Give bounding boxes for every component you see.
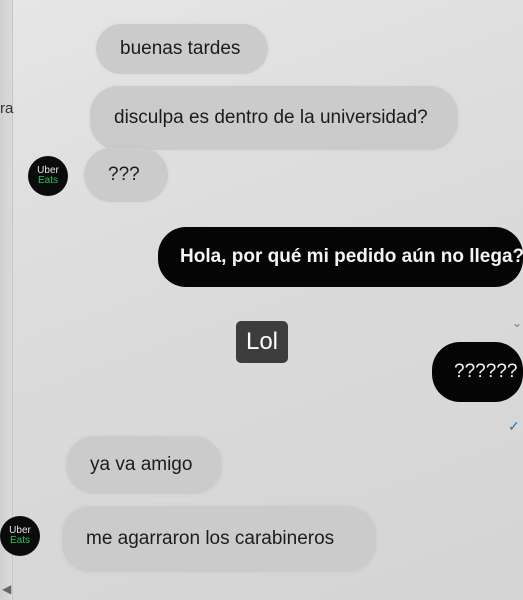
incoming-message-1: buenas tardes — [96, 24, 268, 74]
uber-eats-avatar[interactable]: Uber Eats — [28, 156, 68, 196]
message-text: ya va amigo — [90, 454, 193, 475]
left-panel-edge — [0, 0, 13, 600]
message-text: Hola, por qué mi pedido aún no llega? — [180, 246, 523, 267]
chevron-icon: ⌄ — [512, 316, 523, 330]
side-panel-text: ra — [0, 100, 14, 117]
incoming-message-2: disculpa es dentro de la universidad? — [90, 86, 458, 150]
uber-eats-avatar[interactable]: Uber Eats — [0, 516, 40, 556]
message-text: ??? — [108, 164, 140, 185]
incoming-message-5: me agarraron los carabineros — [62, 506, 376, 572]
avatar-line-2: Eats — [9, 535, 30, 546]
message-text: buenas tardes — [120, 38, 241, 59]
message-text: ?????? — [454, 361, 518, 382]
outgoing-message-2: ?????? — [432, 342, 523, 402]
overlay-lol-label: Lol — [236, 321, 288, 363]
incoming-message-4: ya va amigo — [66, 436, 222, 494]
chat-screen: ra buenas tardes disculpa es dentro de l… — [0, 0, 523, 600]
scroll-left-icon[interactable]: ◀ — [2, 582, 11, 596]
message-text: disculpa es dentro de la universidad? — [114, 107, 428, 128]
avatar-line-2: Eats — [37, 175, 58, 186]
message-text: me agarraron los carabineros — [86, 528, 335, 549]
read-check-icon: ✓ — [508, 418, 520, 434]
incoming-message-3: ??? — [84, 148, 168, 202]
outgoing-message-1: Hola, por qué mi pedido aún no llega? — [158, 227, 523, 287]
